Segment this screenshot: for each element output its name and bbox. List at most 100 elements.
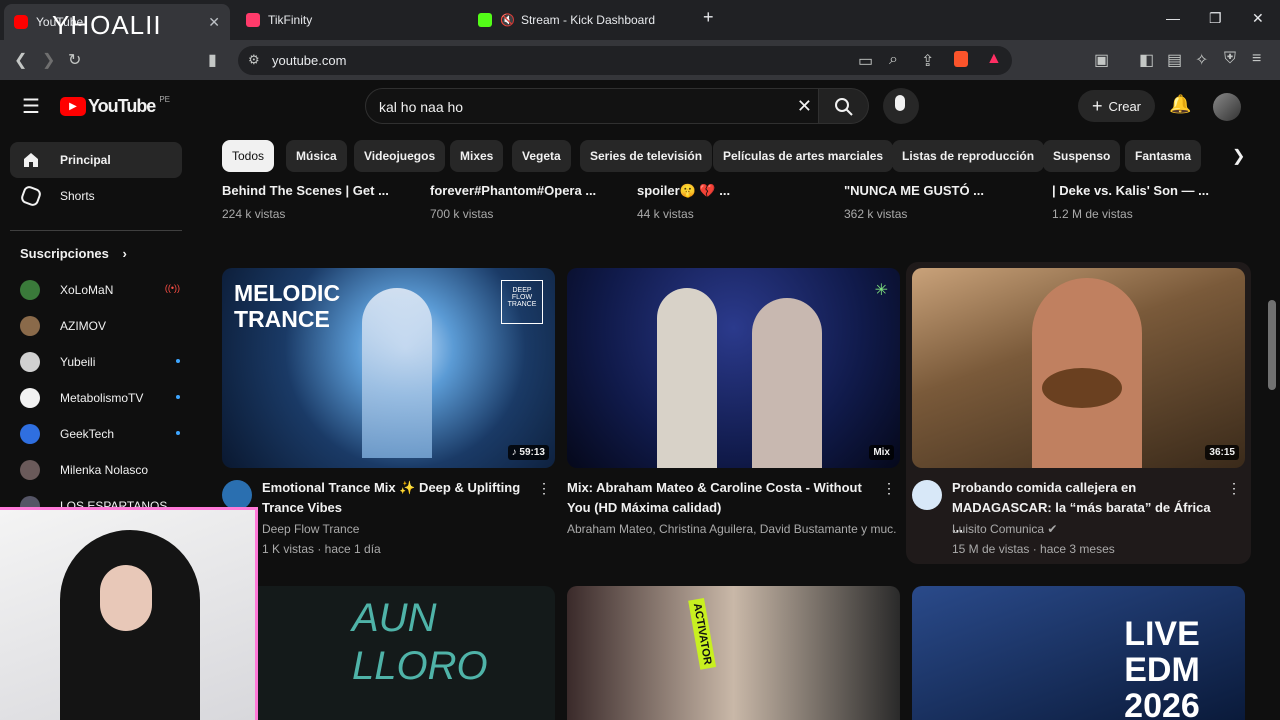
address-bar[interactable]: ⚙ youtube.com ▭ ⌕ ⇪ ▲ — [238, 46, 1012, 75]
food-plate — [1042, 368, 1122, 408]
next-row-thumb[interactable]: LIVE EDM 2026 — [912, 586, 1245, 720]
microphone-icon — [895, 95, 905, 111]
search-query: kal ho naa ho — [379, 99, 464, 115]
chip-mixes[interactable]: Mixes — [450, 140, 504, 172]
next-row-thumb[interactable]: ACTIVATOR — [567, 586, 900, 720]
thumbnail-text: ACTIVATOR — [688, 597, 717, 671]
url-text: youtube.com — [272, 53, 347, 68]
chip-suspenso[interactable]: Suspenso — [1043, 140, 1121, 172]
chip-fantasma[interactable]: Fantasma — [1125, 140, 1202, 172]
video-title[interactable]: Behind The Scenes | Get ... — [222, 183, 389, 198]
video-thumbnail[interactable]: 36:15 — [912, 268, 1245, 468]
sidebar-sub-yubeili[interactable]: Yubeili — [20, 350, 180, 374]
new-tab-icon[interactable]: + — [703, 7, 714, 28]
close-tab-icon[interactable]: ✕ — [208, 14, 220, 31]
leo-ai-icon[interactable]: ✧ — [1195, 50, 1208, 70]
chip-series[interactable]: Series de televisión — [580, 140, 713, 172]
next-row-thumb[interactable]: AUN LLORO — [222, 586, 555, 720]
more-options-icon[interactable]: ⋮ — [882, 480, 896, 497]
chip-artes-marciales[interactable]: Películas de artes marciales — [713, 140, 894, 172]
video-title[interactable]: | Deke vs. Kalis' Son — ... — [1052, 183, 1209, 198]
site-info-icon[interactable]: ⚙ — [248, 52, 260, 68]
scrollbar-thumb[interactable] — [1268, 300, 1276, 390]
cast-icon[interactable]: ▭ — [858, 51, 873, 71]
sidebar-sub-milenka[interactable]: Milenka Nolasco — [20, 458, 180, 482]
notifications-bell-icon[interactable]: 🔔 — [1169, 94, 1191, 115]
zoom-icon[interactable]: ⌕ — [889, 51, 898, 69]
video-title[interactable]: Emotional Trance Mix ✨ Deep & Uplifting … — [262, 478, 532, 518]
chip-musica[interactable]: Música — [286, 140, 347, 172]
channel-list[interactable]: Abraham Mateo, Christina Aguilera, David… — [567, 522, 897, 536]
more-options-icon[interactable]: ⋮ — [537, 480, 551, 497]
sidebar-item-label: Principal — [60, 153, 111, 167]
close-window-icon[interactable]: ✕ — [1252, 10, 1264, 27]
video-views: 700 k vistas — [430, 207, 494, 221]
video-views: 362 k vistas — [844, 207, 908, 221]
create-button[interactable]: + Crear — [1078, 90, 1155, 122]
video-title[interactable]: forever#Phantom#Opera ... — [430, 183, 596, 198]
new-content-dot — [176, 359, 180, 363]
video-duration: 36:15 — [1205, 445, 1239, 460]
channel-avatar[interactable] — [912, 480, 942, 510]
sidebar-sub-geektech[interactable]: GeekTech — [20, 422, 180, 446]
sidebar-item-shorts[interactable]: Shorts — [10, 178, 182, 214]
channel-avatar[interactable] — [222, 480, 252, 510]
chip-vegeta[interactable]: Vegeta — [512, 140, 571, 172]
bookmark-icon[interactable]: ▮ — [208, 50, 217, 70]
sidebar-sub-azimov[interactable]: AZIMOV — [20, 314, 180, 338]
video-card[interactable]: ✳ Mix Mix: Abraham Mateo & Caroline Cost… — [567, 268, 900, 568]
plus-icon: + — [1091, 95, 1103, 116]
maximize-icon[interactable]: ❐ — [1209, 10, 1222, 27]
chip-videojuegos[interactable]: Videojuegos — [354, 140, 446, 172]
dj-figure — [362, 288, 432, 458]
search-button[interactable] — [819, 88, 869, 124]
subscriptions-heading[interactable]: Suscripciones › — [20, 246, 127, 261]
avatar[interactable] — [1213, 93, 1241, 121]
video-thumbnail[interactable]: ✳ Mix — [567, 268, 900, 468]
brave-rewards-icon[interactable]: ▲ — [986, 50, 1002, 68]
menu-icon[interactable]: ≡ — [1252, 50, 1261, 68]
video-card[interactable]: 36:15 Probando comida callejera en MADAG… — [906, 262, 1251, 568]
chip-listas[interactable]: Listas de reproducción — [892, 140, 1045, 172]
video-title[interactable]: "NUNCA ME GUSTÓ ... — [844, 183, 984, 198]
reload-icon[interactable]: ↻ — [68, 50, 81, 70]
channel-badge: DEEP FLOW TRANCE — [501, 280, 543, 324]
video-card[interactable]: MELODIC TRANCE DEEP FLOW TRANCE ♪ 59:13 … — [222, 268, 555, 568]
video-title[interactable]: spoiler🤫 💔 ... — [637, 183, 730, 199]
back-icon[interactable]: ❮ — [14, 50, 27, 70]
chips-next-icon[interactable]: ❯ — [1232, 146, 1245, 166]
more-options-icon[interactable]: ⋮ — [1227, 480, 1241, 497]
channel-avatar — [20, 280, 40, 300]
sidebar-toggle-icon[interactable]: ◧ — [1139, 50, 1154, 70]
channel-name: AZIMOV — [60, 319, 107, 333]
chip-todos[interactable]: Todos — [222, 140, 275, 172]
sidebar-sub-metabolismotv[interactable]: MetabolismoTV — [20, 386, 180, 410]
mute-icon: 🔇 — [500, 13, 515, 27]
sidebar-item-principal[interactable]: Principal — [10, 142, 182, 178]
voice-search-button[interactable] — [883, 88, 919, 124]
search-input[interactable]: kal ho naa ho ✕ — [365, 88, 819, 124]
video-thumbnail[interactable]: MELODIC TRANCE DEEP FLOW TRANCE ♪ 59:13 — [222, 268, 555, 468]
sidebar-sub-xoloman[interactable]: XoLoMaN ((•)) — [20, 278, 180, 302]
forward-icon[interactable]: ❯ — [42, 50, 55, 70]
vpn-icon[interactable]: ⛨ — [1224, 50, 1236, 68]
channel-name[interactable]: Deep Flow Trance — [262, 522, 555, 536]
tab-tikfinity[interactable]: TikFinity — [236, 6, 462, 34]
tab-label: TikFinity — [268, 13, 313, 27]
tab-kick[interactable]: 🔇 Stream - Kick Dashboard — [468, 6, 694, 34]
reader-icon[interactable]: ▣ — [1094, 50, 1109, 70]
youtube-logo[interactable]: ▶ YouTube PE — [60, 95, 170, 117]
tikfinity-favicon-icon — [246, 13, 260, 27]
hamburger-menu-icon[interactable]: ☰ — [22, 94, 40, 119]
minimize-icon[interactable]: — — [1166, 10, 1180, 26]
video-views: 44 k vistas — [637, 207, 694, 221]
youtube-header: ☰ ▶ YouTube PE kal ho naa ho ✕ + Crear 🔔 — [0, 80, 1280, 132]
video-title[interactable]: Mix: Abraham Mateo & Caroline Costa - Wi… — [567, 478, 877, 518]
channel-avatar — [20, 316, 40, 336]
share-icon[interactable]: ⇪ — [921, 51, 934, 71]
video-duration: ♪ 59:13 — [507, 445, 549, 460]
wallet-icon[interactable]: ▤ — [1167, 50, 1182, 70]
brave-shields-icon[interactable] — [954, 51, 968, 67]
clear-search-icon[interactable]: ✕ — [797, 96, 812, 117]
channel-name[interactable]: Luisito Comunica ✔ — [952, 522, 1245, 536]
